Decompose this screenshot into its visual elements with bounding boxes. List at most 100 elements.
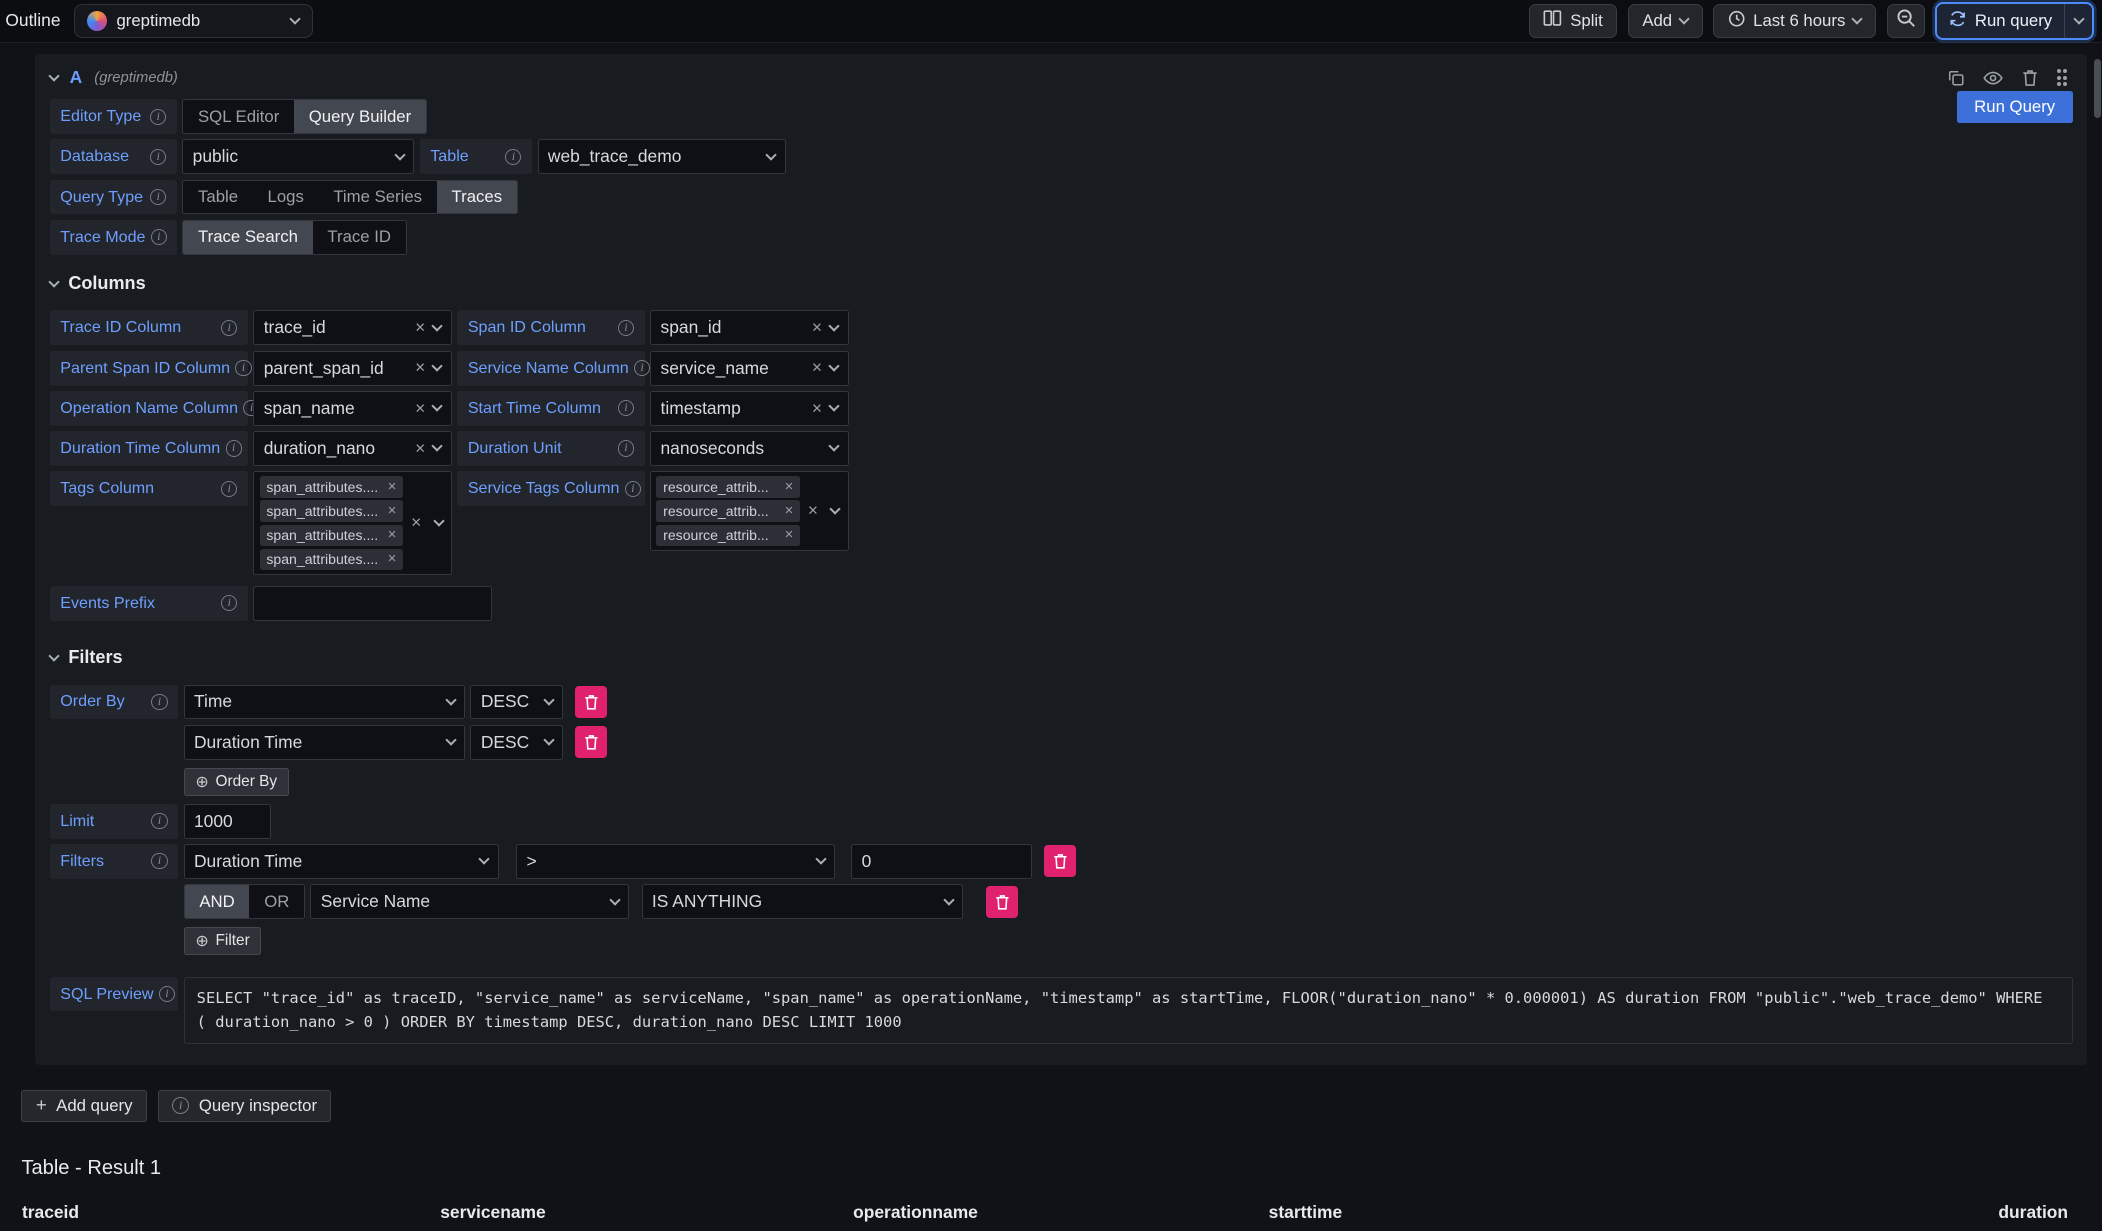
table-select[interactable]: web_trace_demo <box>538 139 786 174</box>
filter-field-select[interactable]: Service Name <box>310 884 629 919</box>
order-by-label: Order Byi <box>50 685 179 720</box>
duration-unit-select[interactable]: nanoseconds <box>650 431 848 466</box>
tag-chip[interactable]: span_attributes....× <box>260 476 403 497</box>
filter-value-input[interactable] <box>851 844 1032 879</box>
trace-mode-trace-id[interactable]: Trace ID <box>313 221 406 254</box>
logic-and-option[interactable]: AND <box>185 885 250 918</box>
add-query-button[interactable]: +Add query <box>21 1090 146 1122</box>
span-id-column-select[interactable]: span_id× <box>650 310 848 345</box>
filter-field-select[interactable]: Duration Time <box>184 844 499 879</box>
time-range-picker[interactable]: Last 6 hours <box>1713 4 1875 39</box>
order-by-field-select[interactable]: Time <box>184 685 466 720</box>
query-type-time-series[interactable]: Time Series <box>319 181 437 214</box>
editor-type-sql-editor[interactable]: SQL Editor <box>183 100 294 133</box>
datasource-picker[interactable]: greptimedb <box>74 4 313 38</box>
duration-time-column-select[interactable]: duration_nano× <box>253 431 451 466</box>
chevron-down-icon <box>1678 13 1689 24</box>
clear-icon[interactable]: × <box>812 400 822 417</box>
query-inspector-button[interactable]: iQuery inspector <box>158 1090 332 1122</box>
clear-all-icon[interactable]: × <box>808 502 818 519</box>
query-editor-panel: Run Query A (greptimedb) Editor Typei <box>35 54 2087 1066</box>
tag-chip[interactable]: span_attributes....× <box>260 549 403 570</box>
clear-all-icon[interactable]: × <box>411 514 421 531</box>
query-type-logs[interactable]: Logs <box>253 181 319 214</box>
clear-icon[interactable]: × <box>415 359 425 376</box>
remove-filter-button[interactable] <box>986 886 1018 918</box>
topbar: Outline greptimedb Split Add Last 6 hour… <box>0 0 2102 43</box>
columns-section-toggle[interactable]: Columns <box>50 273 2073 294</box>
clear-icon[interactable]: × <box>812 319 822 336</box>
col-header-traceid[interactable]: traceid <box>22 1197 440 1231</box>
col-header-servicename[interactable]: servicename <box>440 1197 853 1231</box>
limit-input[interactable] <box>184 804 271 839</box>
tag-chip[interactable]: span_attributes....× <box>260 500 403 521</box>
query-ref-id[interactable]: A <box>70 67 83 88</box>
order-by-direction-select[interactable]: DESC <box>470 685 563 720</box>
drag-handle-icon[interactable] <box>2057 69 2068 86</box>
remove-order-by-button[interactable] <box>575 686 607 718</box>
trace-mode-trace-search[interactable]: Trace Search <box>183 221 312 254</box>
tag-chip[interactable]: span_attributes....× <box>260 525 403 546</box>
remove-chip-icon[interactable]: × <box>388 503 397 519</box>
order-by-direction-select[interactable]: DESC <box>470 725 563 760</box>
remove-chip-icon[interactable]: × <box>388 551 397 567</box>
panel-run-query-button[interactable]: Run Query <box>1957 91 2073 123</box>
scrollbar[interactable] <box>2094 59 2101 118</box>
remove-chip-icon[interactable]: × <box>785 503 794 519</box>
logic-or-option[interactable]: OR <box>249 885 304 918</box>
clear-icon[interactable]: × <box>415 400 425 417</box>
remove-chip-icon[interactable]: × <box>785 527 794 543</box>
trace-mode-label: Trace Modei <box>50 220 177 255</box>
service-name-column-label: Service Name Columni <box>457 351 645 386</box>
service-tag-chip[interactable]: resource_attrib...× <box>656 525 799 546</box>
remove-query-trash-icon[interactable] <box>2022 69 2038 86</box>
add-filter-button[interactable]: ⊕Filter <box>184 927 262 955</box>
tags-column-multiselect[interactable]: span_attributes....× span_attributes....… <box>253 471 451 575</box>
col-header-starttime[interactable]: starttime <box>1269 1197 1677 1231</box>
operation-name-column-select[interactable]: span_name× <box>253 391 451 426</box>
duplicate-query-icon[interactable] <box>1947 69 1964 86</box>
outline-toggle[interactable]: Outline <box>5 10 60 31</box>
service-name-column-select[interactable]: service_name× <box>650 351 848 386</box>
clear-icon[interactable]: × <box>415 319 425 336</box>
remove-chip-icon[interactable]: × <box>388 527 397 543</box>
filter-operator-select[interactable]: > <box>516 844 835 879</box>
chevron-down-icon <box>432 401 443 412</box>
filters-section-toggle[interactable]: Filters <box>50 647 2073 668</box>
start-time-column-select[interactable]: timestamp× <box>650 391 848 426</box>
chevron-down-icon <box>48 650 59 661</box>
events-prefix-input[interactable] <box>253 586 492 621</box>
query-type-traces[interactable]: Traces <box>437 181 517 214</box>
add-button[interactable]: Add <box>1628 4 1703 39</box>
zoom-out-button[interactable] <box>1887 4 1925 39</box>
order-by-field-select[interactable]: Duration Time <box>184 725 466 760</box>
split-button[interactable]: Split <box>1529 4 1617 39</box>
run-query-dropdown[interactable] <box>2064 4 2092 38</box>
add-order-by-button[interactable]: ⊕Order By <box>184 768 289 796</box>
query-type-table[interactable]: Table <box>183 181 253 214</box>
service-tags-column-multiselect[interactable]: resource_attrib...× resource_attrib...× … <box>650 471 848 551</box>
filter-operator-select[interactable]: IS ANYTHING <box>642 884 964 919</box>
run-query-button[interactable]: Run query <box>1935 2 2094 40</box>
collapse-chevron-icon[interactable] <box>48 70 59 81</box>
explore-page: Outline greptimedb Split Add Last 6 hour… <box>0 0 2102 1231</box>
info-icon: i <box>221 481 237 497</box>
info-icon: i <box>221 595 237 611</box>
remove-chip-icon[interactable]: × <box>388 479 397 495</box>
trace-id-column-select[interactable]: trace_id× <box>253 310 451 345</box>
remove-chip-icon[interactable]: × <box>785 479 794 495</box>
service-tag-chip[interactable]: resource_attrib...× <box>656 476 799 497</box>
clear-icon[interactable]: × <box>415 440 425 457</box>
parent-span-id-column-select[interactable]: parent_span_id× <box>253 351 451 386</box>
plus-icon: + <box>36 1096 47 1115</box>
remove-order-by-button[interactable] <box>575 726 607 758</box>
clear-icon[interactable]: × <box>812 359 822 376</box>
editor-type-query-builder[interactable]: Query Builder <box>294 100 426 133</box>
remove-filter-button[interactable] <box>1044 845 1076 877</box>
duration-unit-label: Duration Uniti <box>457 431 645 466</box>
hide-response-eye-icon[interactable] <box>1983 70 2003 86</box>
col-header-duration[interactable]: duration <box>1676 1197 2087 1231</box>
col-header-operationname[interactable]: operationname <box>853 1197 1269 1231</box>
service-tag-chip[interactable]: resource_attrib...× <box>656 500 799 521</box>
database-select[interactable]: public <box>182 139 414 174</box>
